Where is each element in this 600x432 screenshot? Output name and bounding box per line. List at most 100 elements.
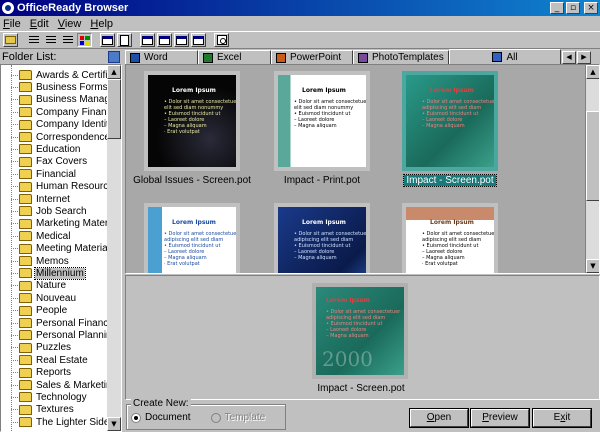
open-button[interactable]: Open (410, 409, 468, 427)
thumbnail-caption: Impact - Screen.pot (382, 174, 518, 187)
app-logo-icon[interactable] (2, 2, 14, 14)
scroll-up-arrow-icon[interactable]: ▲ (586, 65, 599, 79)
scrollbar-thumb[interactable] (107, 79, 121, 139)
tree-connector (11, 124, 18, 126)
folder-item[interactable]: Nature (1, 280, 67, 292)
small-icons-view-button[interactable] (26, 33, 41, 47)
folder-icon (19, 132, 32, 142)
folder-item[interactable]: Business Forms (1, 81, 109, 93)
folder-item[interactable]: Company Finance (1, 106, 109, 118)
tree-connector (11, 372, 18, 374)
folder-label: Technology (36, 391, 87, 403)
details-view-button[interactable] (60, 33, 75, 47)
folder-item[interactable]: Reports (1, 367, 72, 379)
document-window-button[interactable] (174, 33, 189, 47)
tab-scroll-right-icon[interactable]: ▶ (577, 51, 591, 64)
folder-item[interactable]: Personal Finance (1, 317, 109, 329)
new-window-button[interactable] (140, 33, 155, 47)
folder-item[interactable]: Human Resources (1, 181, 109, 193)
thumbnail-frame: Lorem Ipsum • Dolor sit amet consectetuer… (144, 71, 240, 171)
tab-excel[interactable]: Excel (198, 50, 271, 64)
thumbnail-caption-text: Impact - Print.pot (283, 175, 361, 186)
open-folder-button[interactable] (3, 33, 18, 47)
preview-button[interactable]: Preview (471, 409, 529, 427)
folder-item[interactable]: Awards & Certificates (1, 69, 109, 81)
folder-item[interactable]: Financial (1, 168, 77, 180)
folder-item[interactable]: Fax Covers (1, 156, 88, 168)
tab-word[interactable]: Word (125, 50, 198, 64)
tree-connector (11, 186, 18, 188)
folder-icon (19, 417, 32, 428)
thumbnail-caption-text: Global Issues - Screen.pot (133, 175, 251, 186)
scroll-down-arrow-icon[interactable]: ▼ (107, 417, 121, 431)
menu-help[interactable]: Help (90, 18, 113, 30)
tab-all[interactable]: All (449, 49, 561, 64)
thumbnail-slide: Lorem Ipsum • Dolor sit amet consectetuer… (278, 75, 366, 167)
template-window-icon (193, 35, 204, 45)
preview-slide-title: Lorem Ipsum (326, 297, 370, 304)
folder-icon (19, 194, 32, 204)
folder-icon (19, 367, 32, 378)
menu-edit[interactable]: Edit (30, 18, 49, 30)
folder-icon (19, 293, 32, 304)
folder-item[interactable]: Business Management (1, 94, 109, 106)
thumbnail-scrollbar[interactable]: ▲ ▼ (585, 65, 599, 273)
maximize-button[interactable]: ▫ (566, 2, 580, 14)
tree-connector (11, 322, 18, 324)
folder-item[interactable]: Puzzles (1, 342, 72, 354)
folder-item[interactable]: The Lighter Side (1, 416, 109, 428)
thumbnail-frame: Lorem Ipsum • Dolor sit amet consectetuer… (274, 203, 370, 273)
folder-item[interactable]: Marketing Materials (1, 218, 109, 230)
template-window-button[interactable] (191, 33, 206, 47)
toolbar (0, 31, 600, 49)
page-setup-button[interactable] (117, 33, 132, 47)
thumbnail-grid[interactable]: ▲ ▼ Lorem Ipsum • Dolor sit amet consecte… (125, 64, 600, 274)
slide-bullet: – Magna aliquam (294, 123, 337, 129)
minimize-button[interactable]: _ (550, 2, 564, 14)
folder-item[interactable]: Millennium (1, 266, 86, 280)
folder-item[interactable]: Technology (1, 391, 88, 403)
preview-pane-button[interactable] (100, 33, 115, 47)
thumbnail-view-button[interactable] (77, 33, 92, 47)
menu-file[interactable]: File (3, 18, 21, 30)
scroll-down-arrow-icon[interactable]: ▼ (586, 259, 599, 273)
folder-item[interactable]: Company Identities (1, 119, 109, 131)
folder-label: Marketing Materials (36, 218, 109, 230)
folder-item[interactable]: Job Search (1, 205, 88, 217)
close-button[interactable]: × (584, 2, 598, 14)
find-button[interactable] (214, 33, 229, 47)
folder-icon (19, 70, 32, 80)
folder-icon (19, 243, 32, 254)
folder-item[interactable]: Meeting Materials (1, 243, 109, 255)
folder-item[interactable]: Nouveau (1, 292, 77, 304)
folder-tree[interactable]: Awards & CertificatesBusiness FormsBusin… (0, 64, 122, 432)
tab-scroll-left-icon[interactable]: ◀ (562, 51, 576, 64)
slide-title: Lorem Ipsum (172, 219, 216, 226)
document-radio[interactable] (131, 412, 141, 423)
copy-window-button[interactable] (157, 33, 172, 47)
exit-button[interactable]: Exit (533, 409, 591, 427)
folder-item[interactable]: Real Estate (1, 354, 89, 366)
tab-phototemplates[interactable]: PhotoTemplates (353, 50, 449, 64)
thumbnail-slide: Lorem Ipsum • Dolor sit amet consectetuer… (148, 75, 236, 167)
folder-item[interactable]: Textures (1, 404, 75, 416)
folder-item[interactable]: People (1, 305, 68, 317)
folder-item[interactable]: Sales & Marketing (1, 379, 109, 391)
scrollbar-thumb[interactable] (586, 111, 599, 201)
folder-icon (19, 355, 32, 366)
folder-tree-content: Awards & CertificatesBusiness FormsBusin… (1, 65, 109, 431)
folder-item[interactable]: Memos (1, 255, 70, 267)
tab-powerpoint[interactable]: PowerPoint (271, 50, 353, 64)
thumbnail-slide: Lorem Ipsum • Dolor sit amet consectetuer… (278, 207, 366, 273)
folder-item[interactable]: Medical (1, 230, 71, 242)
document-radio-label[interactable]: Document (145, 412, 191, 423)
folder-item[interactable]: Education (1, 143, 81, 155)
menu-view[interactable]: View (58, 18, 82, 30)
folder-item[interactable]: Correspondence (1, 131, 109, 143)
scroll-up-arrow-icon[interactable]: ▲ (107, 65, 121, 79)
list-view-button[interactable] (43, 33, 58, 47)
folder-item[interactable]: Personal Planning (1, 329, 109, 341)
folder-tree-scrollbar[interactable]: ▲ ▼ (107, 65, 121, 431)
folder-list-pin-icon[interactable] (108, 51, 120, 63)
folder-item[interactable]: Internet (1, 193, 71, 205)
